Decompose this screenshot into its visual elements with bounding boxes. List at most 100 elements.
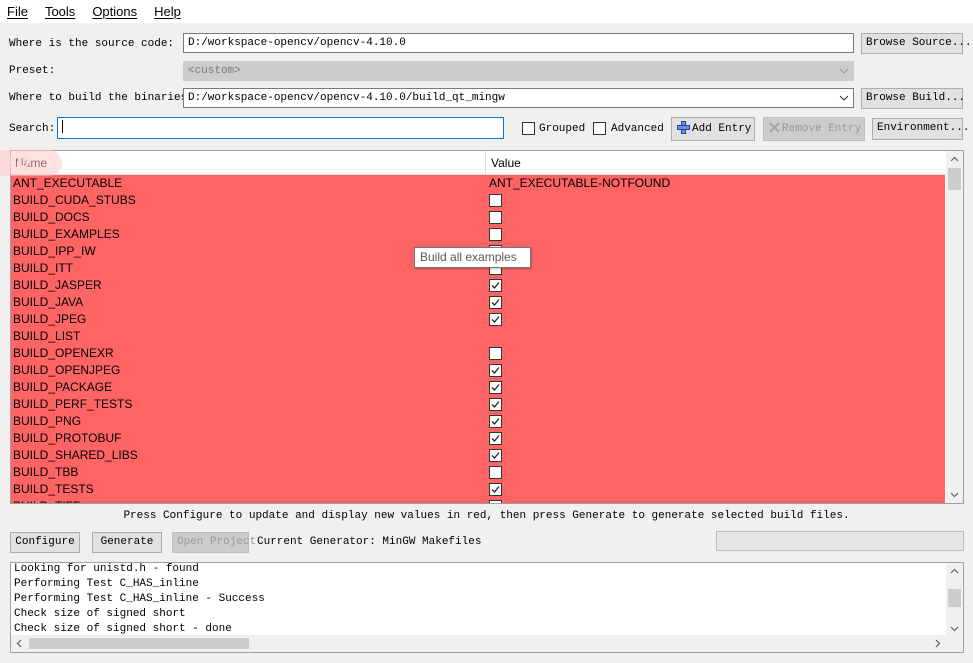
preset-select: <custom> [183, 61, 854, 81]
build-path-select[interactable]: D:/workspace-opencv/opencv-4.10.0/build_… [183, 88, 854, 108]
table-row[interactable]: BUILD_OPENEXR [11, 345, 945, 362]
search-input[interactable] [57, 117, 504, 139]
entry-name: BUILD_EXAMPLES [13, 227, 120, 241]
entry-name: BUILD_JAVA [13, 295, 84, 309]
entry-value-checkbox[interactable] [489, 211, 502, 224]
scroll-up-arrow-icon[interactable] [950, 155, 959, 164]
remove-entry-label: Remove Entry [782, 123, 862, 135]
checkmark-icon [491, 299, 500, 306]
entry-value-checkbox[interactable] [489, 415, 502, 428]
entry-value-checkbox[interactable] [489, 483, 502, 496]
search-label: Search: [9, 123, 56, 135]
checkmark-icon [491, 367, 500, 374]
checkmark-icon [491, 452, 500, 459]
scroll-up-arrow-icon[interactable] [950, 567, 959, 576]
table-row[interactable]: BUILD_PERF_TESTS [11, 396, 945, 413]
entry-name: BUILD_SHARED_LIBS [13, 448, 138, 462]
advanced-checkbox[interactable] [593, 122, 606, 135]
log-vertical-scrollbar[interactable] [946, 563, 963, 637]
entry-value-checkbox[interactable] [489, 449, 502, 462]
table-row[interactable]: BUILD_JPEG [11, 311, 945, 328]
table-row[interactable]: BUILD_JASPER [11, 277, 945, 294]
checkmark-icon [491, 486, 500, 493]
output-log[interactable]: Looking for unistd.h - found Performing … [10, 562, 964, 653]
entry-value-checkbox[interactable] [489, 194, 502, 207]
chevron-down-icon [839, 95, 849, 101]
entry-value-checkbox[interactable] [489, 364, 502, 377]
build-label: Where to build the binaries: [9, 92, 194, 104]
entry-name: BUILD_DOCS [13, 210, 90, 224]
checkmark-icon [491, 384, 500, 391]
log-line: Looking for unistd.h - found [14, 563, 199, 575]
entry-name: BUILD_PACKAGE [13, 380, 113, 394]
menu-help[interactable]: Help [147, 4, 188, 19]
table-row[interactable]: BUILD_EXAMPLES [11, 226, 945, 243]
table-row[interactable]: ANT_EXECUTABLE ANT_EXECUTABLE-NOTFOUND [11, 175, 945, 192]
table-row[interactable]: BUILD_OPENJPEG [11, 362, 945, 379]
scroll-left-arrow-icon[interactable] [15, 639, 24, 648]
table-row[interactable]: BUILD_LIST [11, 328, 945, 345]
scroll-right-arrow-icon[interactable] [933, 639, 942, 648]
log-scroll-thumb[interactable] [948, 589, 961, 607]
entry-value-checkbox[interactable] [489, 500, 502, 503]
table-row[interactable]: BUILD_PACKAGE [11, 379, 945, 396]
plus-icon [677, 120, 690, 134]
log-horizontal-scrollbar[interactable] [11, 635, 963, 652]
grouped-checkbox[interactable] [522, 122, 535, 135]
entry-name: BUILD_TESTS [13, 482, 94, 496]
table-row[interactable]: BUILD_TESTS [11, 481, 945, 498]
log-line: Performing Test C_HAS_inline [14, 578, 199, 590]
checkmark-icon [491, 316, 500, 323]
column-header-value[interactable]: Value [487, 151, 947, 175]
entry-value-checkbox[interactable] [489, 313, 502, 326]
entry-value-checkbox[interactable] [489, 279, 502, 292]
generate-button[interactable]: Generate [92, 532, 162, 553]
current-generator-text: Current Generator: MinGW Makefiles [257, 536, 482, 548]
add-entry-label: Add Entry [692, 123, 752, 135]
entry-name: BUILD_OPENJPEG [13, 363, 121, 377]
table-row[interactable]: BUILD_CUDA_STUBS [11, 192, 945, 209]
entry-name: BUILD_OPENEXR [13, 346, 114, 360]
advanced-label: Advanced [611, 123, 664, 135]
browse-build-button[interactable]: Browse Build... [861, 88, 965, 109]
table-row[interactable]: BUILD_DOCS [11, 209, 945, 226]
chevron-down-icon [839, 68, 849, 74]
scroll-down-arrow-icon[interactable] [950, 490, 959, 499]
table-row[interactable]: BUILD_SHARED_LIBS [11, 447, 945, 464]
table-row[interactable]: BUILD_TIFF [11, 498, 945, 503]
environment-button[interactable]: Environment... [872, 118, 969, 140]
entry-value-checkbox[interactable] [489, 466, 502, 479]
entry-value-checkbox[interactable] [489, 398, 502, 411]
scroll-down-arrow-icon[interactable] [950, 624, 959, 633]
table-vertical-scrollbar[interactable] [946, 151, 963, 503]
configure-button[interactable]: Configure [10, 532, 80, 553]
table-row[interactable]: BUILD_PROTOBUF [11, 430, 945, 447]
table-row[interactable]: BUILD_PNG [11, 413, 945, 430]
entry-value-checkbox[interactable] [489, 432, 502, 445]
log-line: Performing Test C_HAS_inline - Success [14, 593, 265, 605]
menu-options[interactable]: Options [85, 4, 144, 19]
entry-name: BUILD_TBB [13, 465, 79, 479]
entry-value-checkbox[interactable] [489, 347, 502, 360]
table-row[interactable]: BUILD_TBB [11, 464, 945, 481]
table-row[interactable]: BUILD_JAVA [11, 294, 945, 311]
add-entry-button[interactable]: Add Entry [671, 117, 755, 141]
entry-value-checkbox[interactable] [489, 228, 502, 241]
menu-bar: File Tools Options Help [0, 0, 973, 23]
remove-entry-button: Remove Entry [763, 117, 865, 141]
source-path-field[interactable]: D:/workspace-opencv/opencv-4.10.0 [183, 33, 854, 53]
log-line: Check size of signed short [14, 608, 186, 620]
tooltip: Build all examples [414, 247, 531, 268]
entry-name: BUILD_PROTOBUF [13, 431, 122, 445]
log-hscroll-thumb[interactable] [29, 638, 249, 649]
browse-source-button[interactable]: Browse Source... [861, 33, 972, 54]
menu-tools[interactable]: Tools [38, 4, 82, 19]
entry-value[interactable]: ANT_EXECUTABLE-NOTFOUND [489, 175, 670, 192]
column-header-name[interactable]: Name [11, 151, 486, 175]
table-body: ANT_EXECUTABLE ANT_EXECUTABLE-NOTFOUND BUI… [11, 175, 945, 503]
table-scroll-thumb[interactable] [948, 168, 961, 190]
menu-file[interactable]: File [0, 4, 35, 19]
entry-value-checkbox[interactable] [489, 296, 502, 309]
progress-bar [716, 531, 964, 551]
entry-value-checkbox[interactable] [489, 381, 502, 394]
